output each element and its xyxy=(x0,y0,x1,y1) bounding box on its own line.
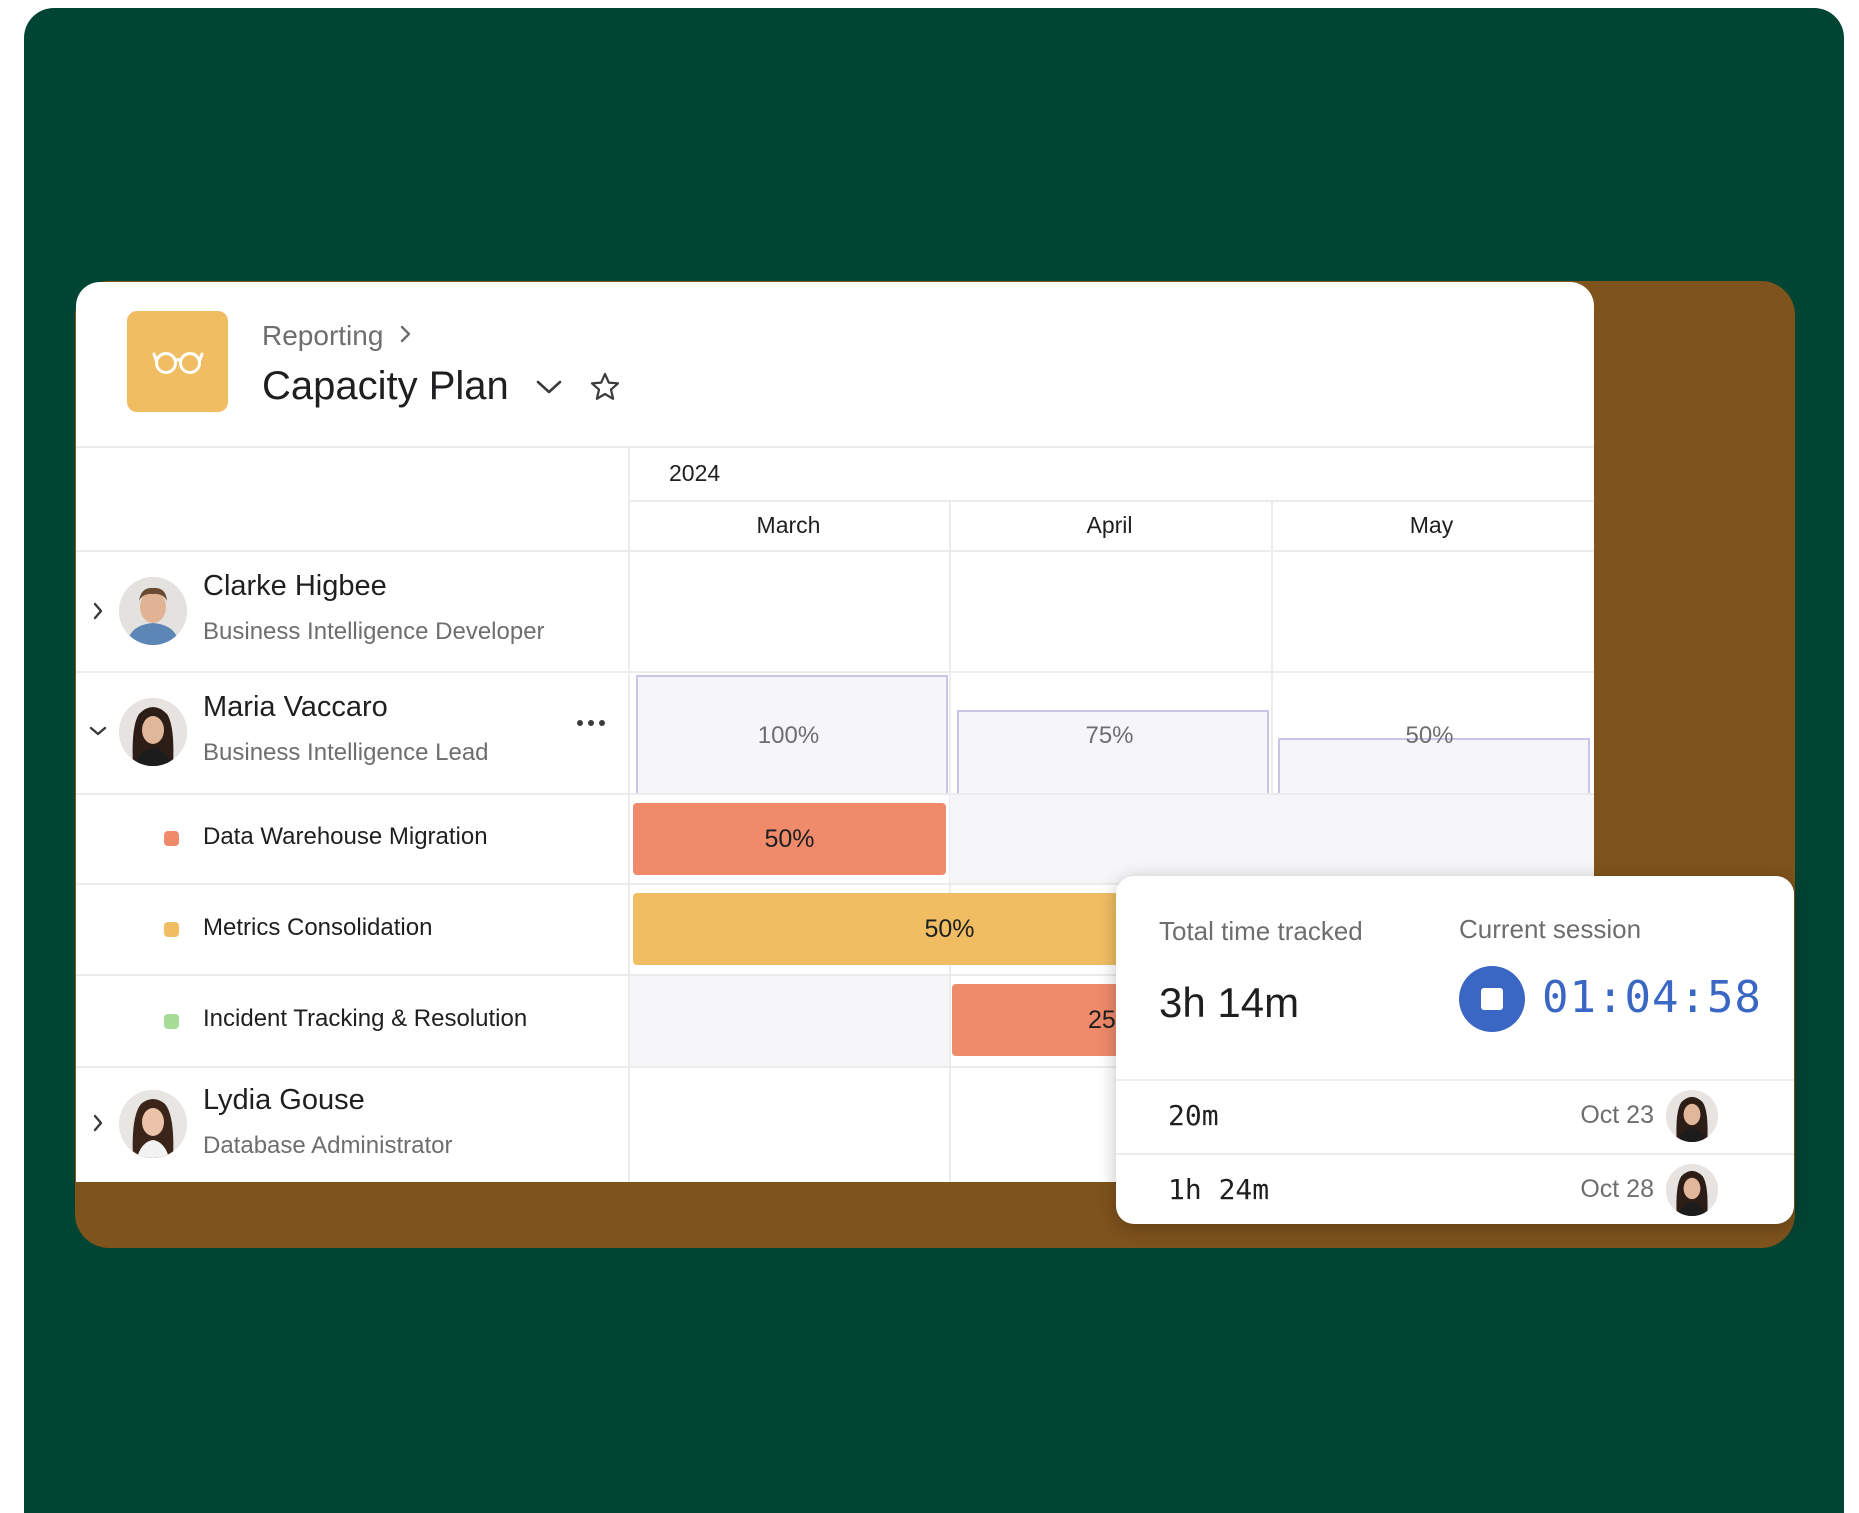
avatar xyxy=(119,577,187,645)
session-timer: 01:04:58 xyxy=(1542,972,1762,1023)
star-icon[interactable] xyxy=(589,371,621,403)
allocation-label: 25 xyxy=(1088,1005,1116,1034)
person-name: Maria Vaccaro xyxy=(203,691,388,723)
allocation-label: 50% xyxy=(924,914,975,943)
entry-date: Oct 23 xyxy=(1580,1101,1654,1129)
chevron-right-icon xyxy=(399,324,413,349)
entry-duration: 1h 24m xyxy=(1168,1173,1270,1206)
allocation-label: 50% xyxy=(764,824,815,853)
more-options-icon[interactable] xyxy=(576,719,606,727)
time-entry[interactable]: 20m Oct 23 xyxy=(1116,1079,1794,1153)
chevron-right-icon[interactable] xyxy=(84,597,112,625)
avatar xyxy=(119,698,187,766)
month-header-march: March xyxy=(756,512,821,538)
title-row: Capacity Plan xyxy=(262,364,621,409)
task-row[interactable]: Incident Tracking & Resolution xyxy=(76,976,628,1066)
person-name: Lydia Gouse xyxy=(203,1084,365,1116)
capacity-label-may: 50% xyxy=(1405,722,1454,749)
month-header-may: May xyxy=(1409,512,1454,538)
entry-duration: 20m xyxy=(1168,1099,1219,1132)
time-tracking-popup: Total time tracked 3h 14m Current sessio… xyxy=(1116,876,1794,1224)
task-name: Incident Tracking & Resolution xyxy=(203,1005,528,1032)
avatar xyxy=(1666,1090,1718,1142)
task-name: Data Warehouse Migration xyxy=(203,823,488,850)
person-row-clarke[interactable]: Clarke Higbee Business Intelligence Deve… xyxy=(76,552,628,671)
chevron-down-icon[interactable] xyxy=(84,717,112,745)
total-time-label: Total time tracked xyxy=(1159,916,1363,946)
task-color-dot xyxy=(164,1014,179,1029)
person-role: Business Intelligence Lead xyxy=(203,739,489,766)
glasses-icon xyxy=(127,311,228,412)
task-row[interactable]: Metrics Consolidation xyxy=(76,885,628,974)
entry-date: Oct 28 xyxy=(1580,1175,1654,1203)
total-time-value: 3h 14m xyxy=(1159,979,1300,1026)
current-session-label: Current session xyxy=(1459,914,1642,944)
person-name: Clarke Higbee xyxy=(203,570,387,602)
page-title: Capacity Plan xyxy=(262,364,509,408)
timeline-year: 2024 xyxy=(669,460,721,486)
breadcrumb-reporting[interactable]: Reporting xyxy=(262,320,383,352)
time-entry[interactable]: 1h 24m Oct 28 xyxy=(1116,1153,1794,1224)
allocation-bar[interactable]: 50% xyxy=(633,803,946,875)
task-row[interactable]: Data Warehouse Migration xyxy=(76,795,628,883)
task-color-dot xyxy=(164,922,179,937)
person-role: Database Administrator xyxy=(203,1132,453,1159)
timeline-cell xyxy=(950,795,1594,883)
grid-divider xyxy=(628,500,1594,502)
chevron-down-icon[interactable] xyxy=(535,378,563,396)
capacity-label-april: 75% xyxy=(1085,722,1134,749)
stop-timer-button[interactable] xyxy=(1459,966,1525,1032)
chevron-right-icon[interactable] xyxy=(84,1109,112,1137)
person-row-maria[interactable]: Maria Vaccaro Business Intelligence Lead xyxy=(76,673,628,793)
task-name: Metrics Consolidation xyxy=(203,914,433,941)
stop-icon xyxy=(1481,988,1503,1010)
avatar xyxy=(1666,1164,1718,1216)
grid-divider xyxy=(628,446,630,1182)
breadcrumb[interactable]: Reporting xyxy=(262,320,413,352)
task-color-dot xyxy=(164,831,179,846)
capacity-label-march: 100% xyxy=(757,722,820,749)
person-role: Business Intelligence Developer xyxy=(203,618,545,645)
timeline-cell xyxy=(630,976,949,1066)
project-header: Reporting Capacity Plan xyxy=(76,282,1594,448)
month-header-april: April xyxy=(1086,512,1133,538)
person-row-lydia[interactable]: Lydia Gouse Database Administrator xyxy=(76,1068,628,1182)
avatar xyxy=(119,1090,187,1158)
